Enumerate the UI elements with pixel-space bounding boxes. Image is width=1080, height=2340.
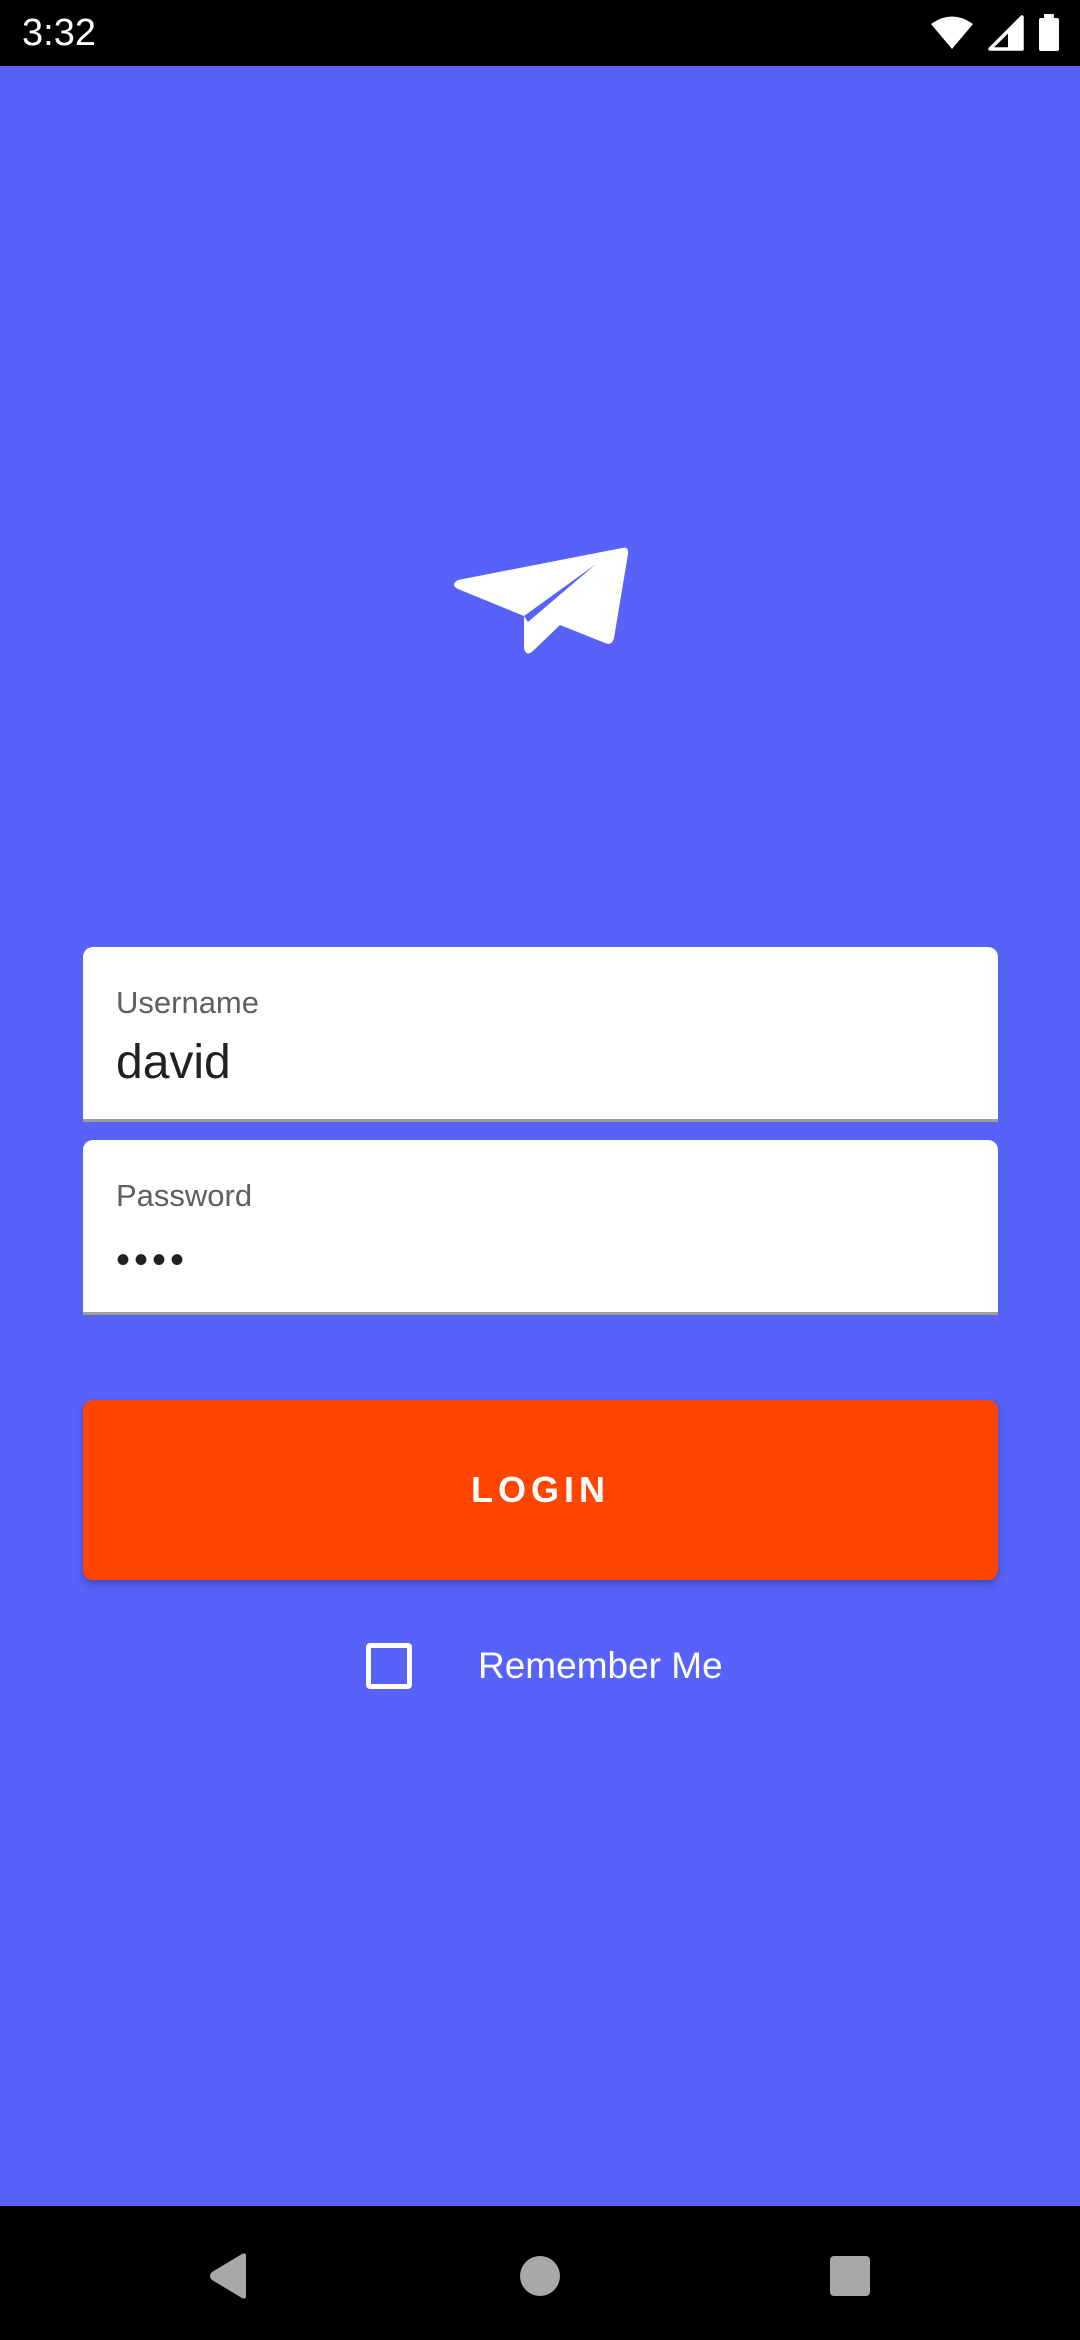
login-button[interactable]: LOGIN	[83, 1400, 998, 1580]
remember-me-checkbox[interactable]	[366, 1643, 412, 1689]
recents-icon[interactable]	[810, 2236, 890, 2316]
username-input[interactable]	[116, 1035, 956, 1091]
login-screen	[0, 66, 1080, 2206]
username-field[interactable]: Username	[83, 947, 998, 1122]
username-label: Username	[116, 985, 259, 1020]
password-field[interactable]: Password ••••	[83, 1140, 998, 1315]
home-icon[interactable]	[500, 2236, 580, 2316]
status-time: 3:32	[22, 12, 96, 54]
status-bar: 3:32	[0, 0, 1080, 66]
password-label: Password	[116, 1178, 253, 1213]
back-icon[interactable]	[188, 2236, 268, 2316]
battery-icon	[1038, 14, 1060, 52]
paper-plane-icon	[450, 476, 630, 666]
signal-icon	[988, 15, 1024, 51]
remember-me-label[interactable]: Remember Me	[478, 1644, 723, 1688]
wifi-icon	[930, 15, 974, 51]
navigation-bar	[0, 2206, 1080, 2340]
password-input[interactable]: ••••	[116, 1232, 956, 1288]
status-icons	[930, 14, 1060, 52]
remember-me-row[interactable]: Remember Me	[366, 1636, 723, 1696]
